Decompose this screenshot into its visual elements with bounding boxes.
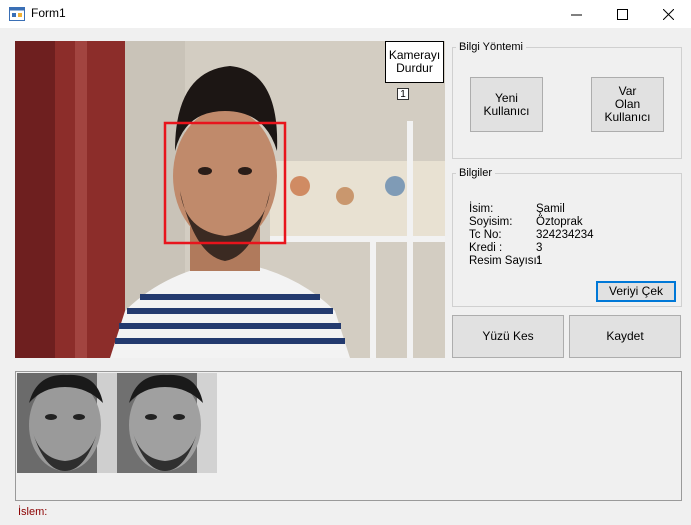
stop-camera-button[interactable]: Kamerayı Durdur [385, 41, 444, 83]
minimize-icon [570, 14, 582, 15]
crop-face-button[interactable]: Yüzü Kes [452, 315, 564, 358]
camera-image [15, 41, 445, 358]
close-button[interactable] [645, 0, 691, 28]
method-group-label: Bilgi Yöntemi [456, 41, 526, 53]
maximize-icon [616, 8, 628, 20]
stop-camera-label: Kamerayı Durdur [388, 48, 441, 75]
face-count-label: 1 [397, 88, 409, 100]
save-label: Kaydet [606, 329, 644, 343]
face-thumbnail [117, 373, 217, 473]
tc-label: Tc No: [469, 229, 502, 241]
app-window-icon [9, 7, 25, 21]
info-group-label: Bilgiler [456, 167, 496, 179]
fetch-data-label: Veriyi Çek [608, 284, 664, 298]
existing-user-button[interactable]: Var Olan Kullanıcı [591, 77, 664, 132]
close-icon [662, 8, 674, 20]
camera-feed [15, 41, 445, 358]
new-user-button[interactable]: Yeni Kullanıcı [470, 77, 543, 132]
cropped-faces-panel [15, 371, 682, 501]
fetch-data-button[interactable]: Veriyi Çek [596, 281, 676, 302]
credit-label: Kredi : [469, 242, 503, 254]
crop-face-label: Yüzü Kes [482, 329, 534, 343]
maximize-button[interactable] [599, 0, 645, 28]
title-bar: Form1 [0, 0, 691, 28]
name-label: İsim: [469, 203, 494, 215]
existing-user-label: Var Olan Kullanıcı [604, 84, 651, 124]
tc-value: 324234234 [536, 229, 594, 241]
face-thumbnail [17, 373, 117, 473]
credit-value: 3 [536, 242, 543, 254]
save-button[interactable]: Kaydet [569, 315, 681, 358]
surname-label: Soyisim: [469, 216, 513, 228]
new-user-label: Yeni Kullanıcı [483, 90, 530, 118]
name-value: Şamil [536, 203, 565, 215]
image-count-value: 1 [536, 255, 543, 267]
status-label: İslem: [18, 506, 48, 518]
minimize-button[interactable] [553, 0, 599, 28]
image-count-label: Resim Sayısı: [469, 255, 540, 267]
surname-value: Öztoprak [536, 216, 583, 228]
window-title: Form1 [31, 6, 66, 20]
